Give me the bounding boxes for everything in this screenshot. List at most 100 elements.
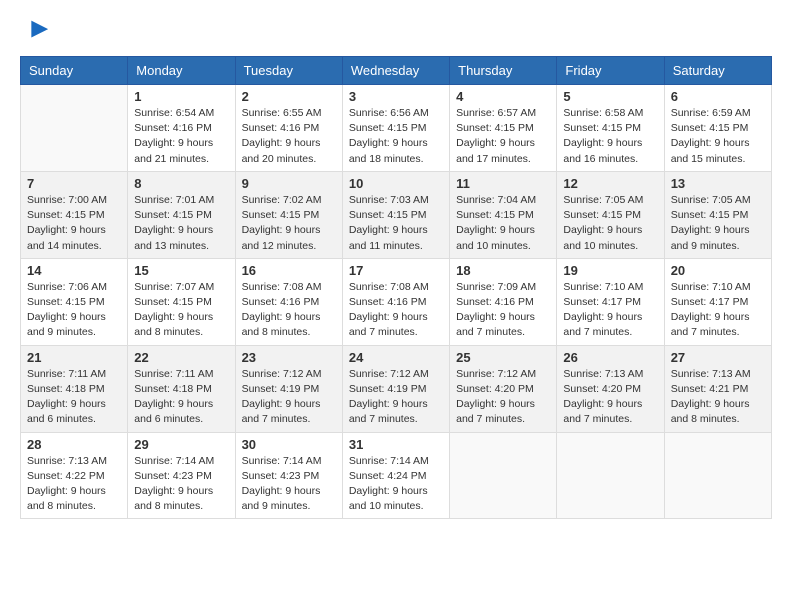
cell-info: Sunrise: 6:59 AMSunset: 4:15 PMDaylight:… <box>671 106 765 167</box>
day-number: 29 <box>134 437 228 452</box>
cell-info: Sunrise: 7:12 AMSunset: 4:20 PMDaylight:… <box>456 367 550 428</box>
calendar-cell: 2Sunrise: 6:55 AMSunset: 4:16 PMDaylight… <box>235 85 342 172</box>
day-number: 13 <box>671 176 765 191</box>
calendar-cell: 28 Sunrise: 7:13 AMSunset: 4:22 PMDayligh… <box>21 432 128 519</box>
day-number: 18 <box>456 263 550 278</box>
cell-info: Sunrise: 6:56 AMSunset: 4:15 PMDaylight:… <box>349 106 443 167</box>
day-number: 23 <box>242 350 336 365</box>
cell-info: Sunrise: 7:09 AMSunset: 4:16 PMDaylight:… <box>456 280 550 341</box>
cell-info: Sunrise: 7:12 AMSunset: 4:19 PMDaylight:… <box>242 367 336 428</box>
calendar-cell: 12 Sunrise: 7:05 AMSunset: 4:15 PMDayligh… <box>557 171 664 258</box>
page-header <box>20 16 772 44</box>
calendar-cell <box>450 432 557 519</box>
calendar-cell: 17 Sunrise: 7:08 AMSunset: 4:16 PMDayligh… <box>342 258 449 345</box>
calendar-cell: 14 Sunrise: 7:06 AMSunset: 4:15 PMDayligh… <box>21 258 128 345</box>
calendar-cell: 29 Sunrise: 7:14 AMSunset: 4:23 PMDayligh… <box>128 432 235 519</box>
calendar-cell: 23 Sunrise: 7:12 AMSunset: 4:19 PMDayligh… <box>235 345 342 432</box>
calendar-header-row: SundayMondayTuesdayWednesdayThursdayFrid… <box>21 57 772 85</box>
calendar-cell: 31 Sunrise: 7:14 AMSunset: 4:24 PMDayligh… <box>342 432 449 519</box>
calendar-cell: 20 Sunrise: 7:10 AMSunset: 4:17 PMDayligh… <box>664 258 771 345</box>
cell-info: Sunrise: 6:54 AMSunset: 4:16 PMDaylight:… <box>134 106 228 167</box>
day-number: 22 <box>134 350 228 365</box>
day-number: 26 <box>563 350 657 365</box>
day-number: 17 <box>349 263 443 278</box>
calendar-week-2: 7 Sunrise: 7:00 AMSunset: 4:15 PMDaylight… <box>21 171 772 258</box>
day-number: 7 <box>27 176 121 191</box>
cell-info: Sunrise: 6:58 AMSunset: 4:15 PMDaylight:… <box>563 106 657 167</box>
cell-info: Sunrise: 7:11 AMSunset: 4:18 PMDaylight:… <box>27 367 121 428</box>
calendar-week-5: 28 Sunrise: 7:13 AMSunset: 4:22 PMDayligh… <box>21 432 772 519</box>
logo-icon <box>22 16 50 44</box>
cell-info: Sunrise: 7:05 AMSunset: 4:15 PMDaylight:… <box>563 193 657 254</box>
calendar-cell: 18 Sunrise: 7:09 AMSunset: 4:16 PMDayligh… <box>450 258 557 345</box>
day-number: 5 <box>563 89 657 104</box>
weekday-header-tuesday: Tuesday <box>235 57 342 85</box>
day-number: 4 <box>456 89 550 104</box>
day-number: 8 <box>134 176 228 191</box>
cell-info: Sunrise: 7:10 AMSunset: 4:17 PMDaylight:… <box>671 280 765 341</box>
cell-info: Sunrise: 7:11 AMSunset: 4:18 PMDaylight:… <box>134 367 228 428</box>
calendar-cell: 25 Sunrise: 7:12 AMSunset: 4:20 PMDayligh… <box>450 345 557 432</box>
cell-info: Sunrise: 7:07 AMSunset: 4:15 PMDaylight:… <box>134 280 228 341</box>
cell-info: Sunrise: 7:02 AMSunset: 4:15 PMDaylight:… <box>242 193 336 254</box>
day-number: 11 <box>456 176 550 191</box>
logo <box>20 16 50 44</box>
day-number: 9 <box>242 176 336 191</box>
calendar-cell: 10Sunrise: 7:03 AMSunset: 4:15 PMDayligh… <box>342 171 449 258</box>
calendar-cell: 5 Sunrise: 6:58 AMSunset: 4:15 PMDaylight… <box>557 85 664 172</box>
calendar-cell: 13 Sunrise: 7:05 AMSunset: 4:15 PMDayligh… <box>664 171 771 258</box>
day-number: 12 <box>563 176 657 191</box>
cell-info: Sunrise: 7:04 AMSunset: 4:15 PMDaylight:… <box>456 193 550 254</box>
cell-info: Sunrise: 7:14 AMSunset: 4:24 PMDaylight:… <box>349 454 443 515</box>
day-number: 16 <box>242 263 336 278</box>
calendar-cell: 21Sunrise: 7:11 AMSunset: 4:18 PMDayligh… <box>21 345 128 432</box>
calendar-cell: 6 Sunrise: 6:59 AMSunset: 4:15 PMDaylight… <box>664 85 771 172</box>
calendar-cell: 16 Sunrise: 7:08 AMSunset: 4:16 PMDayligh… <box>235 258 342 345</box>
day-number: 30 <box>242 437 336 452</box>
calendar-week-4: 21Sunrise: 7:11 AMSunset: 4:18 PMDayligh… <box>21 345 772 432</box>
day-number: 31 <box>349 437 443 452</box>
calendar-week-3: 14 Sunrise: 7:06 AMSunset: 4:15 PMDayligh… <box>21 258 772 345</box>
calendar-cell: 19 Sunrise: 7:10 AMSunset: 4:17 PMDayligh… <box>557 258 664 345</box>
day-number: 24 <box>349 350 443 365</box>
cell-info: Sunrise: 7:00 AMSunset: 4:15 PMDaylight:… <box>27 193 121 254</box>
calendar-cell: 30 Sunrise: 7:14 AMSunset: 4:23 PMDayligh… <box>235 432 342 519</box>
calendar-table: SundayMondayTuesdayWednesdayThursdayFrid… <box>20 56 772 519</box>
weekday-header-saturday: Saturday <box>664 57 771 85</box>
calendar-cell <box>664 432 771 519</box>
calendar-cell <box>557 432 664 519</box>
calendar-cell: 7 Sunrise: 7:00 AMSunset: 4:15 PMDaylight… <box>21 171 128 258</box>
cell-info: Sunrise: 7:13 AMSunset: 4:22 PMDaylight:… <box>27 454 121 515</box>
cell-info: Sunrise: 7:08 AMSunset: 4:16 PMDaylight:… <box>242 280 336 341</box>
cell-info: Sunrise: 7:13 AMSunset: 4:21 PMDaylight:… <box>671 367 765 428</box>
day-number: 20 <box>671 263 765 278</box>
calendar-cell <box>21 85 128 172</box>
day-number: 19 <box>563 263 657 278</box>
cell-info: Sunrise: 7:14 AMSunset: 4:23 PMDaylight:… <box>242 454 336 515</box>
cell-info: Sunrise: 7:08 AMSunset: 4:16 PMDaylight:… <box>349 280 443 341</box>
cell-info: Sunrise: 7:03 AMSunset: 4:15 PMDaylight:… <box>349 193 443 254</box>
calendar-cell: 24Sunrise: 7:12 AMSunset: 4:19 PMDayligh… <box>342 345 449 432</box>
cell-info: Sunrise: 6:55 AMSunset: 4:16 PMDaylight:… <box>242 106 336 167</box>
cell-info: Sunrise: 7:05 AMSunset: 4:15 PMDaylight:… <box>671 193 765 254</box>
calendar-cell: 26Sunrise: 7:13 AMSunset: 4:20 PMDayligh… <box>557 345 664 432</box>
cell-info: Sunrise: 6:57 AMSunset: 4:15 PMDaylight:… <box>456 106 550 167</box>
weekday-header-sunday: Sunday <box>21 57 128 85</box>
day-number: 3 <box>349 89 443 104</box>
cell-info: Sunrise: 7:14 AMSunset: 4:23 PMDaylight:… <box>134 454 228 515</box>
day-number: 28 <box>27 437 121 452</box>
cell-info: Sunrise: 7:10 AMSunset: 4:17 PMDaylight:… <box>563 280 657 341</box>
weekday-header-wednesday: Wednesday <box>342 57 449 85</box>
day-number: 1 <box>134 89 228 104</box>
day-number: 25 <box>456 350 550 365</box>
calendar-week-1: 1 Sunrise: 6:54 AMSunset: 4:16 PMDaylight… <box>21 85 772 172</box>
calendar-cell: 15 Sunrise: 7:07 AMSunset: 4:15 PMDayligh… <box>128 258 235 345</box>
calendar-cell: 1 Sunrise: 6:54 AMSunset: 4:16 PMDaylight… <box>128 85 235 172</box>
day-number: 6 <box>671 89 765 104</box>
day-number: 14 <box>27 263 121 278</box>
weekday-header-friday: Friday <box>557 57 664 85</box>
cell-info: Sunrise: 7:06 AMSunset: 4:15 PMDaylight:… <box>27 280 121 341</box>
day-number: 15 <box>134 263 228 278</box>
calendar-cell: 11 Sunrise: 7:04 AMSunset: 4:15 PMDayligh… <box>450 171 557 258</box>
calendar-cell: 22 Sunrise: 7:11 AMSunset: 4:18 PMDayligh… <box>128 345 235 432</box>
